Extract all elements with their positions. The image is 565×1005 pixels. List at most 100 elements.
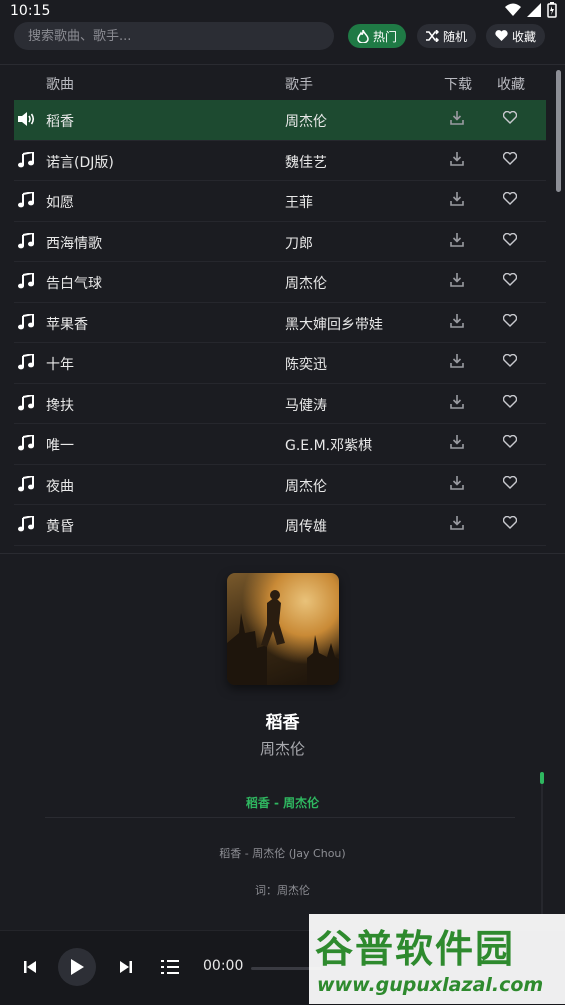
download-icon[interactable]: [450, 192, 466, 210]
filter-hot-label: 热门: [373, 29, 398, 44]
divider: [0, 553, 565, 554]
download-icon[interactable]: [450, 354, 466, 372]
watermark-logo-text: 谷普软件园: [315, 927, 516, 971]
favorite-icon[interactable]: [502, 232, 519, 249]
song-title: 搀扶: [46, 397, 74, 414]
favorite-icon[interactable]: [502, 110, 519, 127]
song-artist: 黑大婶回乡带娃: [285, 316, 383, 333]
song-title: 唯一: [46, 438, 74, 454]
signal-icon: [527, 3, 541, 17]
list-scrollbar[interactable]: [556, 70, 561, 192]
song-artist: 马健涛: [285, 397, 327, 414]
fire-icon: [357, 29, 369, 43]
song-title: 诺言(DJ版): [46, 154, 114, 171]
search-row: 热门 随机 收藏: [0, 22, 565, 52]
song-artist: G.E.M.邓紫棋: [285, 438, 373, 454]
song-row[interactable]: 稻香 周杰伦: [14, 100, 546, 141]
song-title: 夜曲: [46, 478, 74, 495]
lyric-current-line: 稻香 - 周杰伦: [245, 796, 320, 810]
song-row[interactable]: 唯一 G.E.M.邓紫棋: [14, 424, 546, 465]
favorite-icon[interactable]: [502, 515, 519, 532]
favorite-icon[interactable]: [502, 313, 519, 330]
song-table-header: 歌曲 歌手 下载 收藏: [0, 66, 565, 98]
column-download: 下载: [444, 77, 472, 93]
filter-favorites-button[interactable]: 收藏: [486, 24, 546, 48]
song-title: 西海情歌: [46, 235, 102, 252]
wifi-icon: [505, 3, 521, 16]
status-bar: 10:15: [0, 0, 565, 24]
shuffle-icon: [426, 30, 439, 42]
filter-favorites-label: 收藏: [512, 29, 537, 44]
column-artist: 歌手: [285, 77, 313, 93]
favorite-icon[interactable]: [502, 353, 519, 370]
play-icon: [71, 959, 84, 975]
song-row[interactable]: 苹果香 黑大婶回乡带娃: [14, 303, 546, 343]
previous-button[interactable]: [20, 957, 40, 977]
song-title: 告白气球: [46, 276, 102, 292]
download-icon[interactable]: [450, 313, 466, 332]
song-artist: 陈奕迅: [285, 357, 327, 373]
current-time: 00:00: [203, 958, 244, 974]
lyric-scroll-track: [541, 784, 543, 914]
filter-random-button[interactable]: 随机: [417, 24, 477, 48]
speaker-icon: [18, 111, 36, 129]
song-title: 稻香: [46, 114, 74, 130]
download-icon[interactable]: [450, 232, 466, 251]
watermark-url: www.gupuxlazal.com: [317, 974, 544, 996]
song-artist: 周杰伦: [285, 114, 327, 130]
favorite-icon[interactable]: [502, 272, 519, 289]
song-list: 稻香 周杰伦 诺言(DJ版) 魏佳艺 如愿 王菲 西海情歌 刀郎 告白气球 周杰伦 苹果香 黑大婶回乡…: [14, 100, 546, 546]
download-icon[interactable]: [450, 111, 466, 129]
column-favorite: 收藏: [497, 77, 525, 93]
music-note-icon: [18, 433, 36, 453]
skip-next-icon: [120, 961, 132, 973]
download-icon[interactable]: [450, 151, 466, 170]
song-row[interactable]: 如愿 王菲: [14, 181, 546, 222]
song-title: 十年: [46, 357, 74, 373]
download-icon[interactable]: [450, 516, 466, 534]
music-note-icon: [18, 231, 36, 251]
search-input[interactable]: [14, 22, 334, 50]
song-title: 苹果香: [46, 316, 88, 333]
status-time: 10:15: [10, 3, 51, 19]
skip-previous-icon: [24, 961, 36, 973]
filter-hot-button[interactable]: 热门: [348, 24, 407, 48]
favorite-icon[interactable]: [502, 434, 519, 451]
favorite-icon[interactable]: [502, 394, 519, 411]
music-note-icon: [18, 514, 36, 534]
battery-icon: [547, 2, 557, 18]
favorite-icon[interactable]: [502, 151, 519, 168]
next-button[interactable]: [116, 957, 136, 977]
lyric-line: 词：周杰伦: [255, 884, 310, 897]
lyric-line: 稻香 - 周杰伦 (Jay Chou): [219, 847, 346, 860]
song-row[interactable]: 十年 陈奕迅: [14, 343, 546, 384]
music-note-icon: [18, 312, 36, 332]
download-icon[interactable]: [450, 435, 466, 453]
song-row[interactable]: 告白气球 周杰伦: [14, 262, 546, 303]
download-icon[interactable]: [450, 394, 466, 413]
music-note-icon: [18, 271, 36, 291]
song-title: 如愿: [46, 195, 74, 211]
song-artist: 周杰伦: [285, 478, 327, 495]
song-row[interactable]: 黄昏 周传雄: [14, 505, 546, 546]
music-note-icon: [18, 474, 36, 494]
favorite-icon[interactable]: [502, 475, 519, 492]
album-cover: [227, 573, 339, 685]
system-icons: [505, 2, 557, 18]
download-icon[interactable]: [450, 273, 466, 291]
music-note-icon: [18, 352, 36, 372]
music-note-icon: [18, 190, 36, 210]
song-artist: 周传雄: [285, 519, 327, 535]
album-art-image: [227, 590, 339, 685]
favorite-icon[interactable]: [502, 191, 519, 208]
song-row[interactable]: 搀扶 马健涛: [14, 384, 546, 424]
song-row[interactable]: 夜曲 周杰伦: [14, 465, 546, 505]
song-row[interactable]: 诺言(DJ版) 魏佳艺: [14, 141, 546, 181]
lyric-scrollbar[interactable]: [540, 772, 544, 784]
download-icon[interactable]: [450, 475, 466, 494]
watermark: 谷普软件园 www.gupuxlazal.com: [309, 914, 565, 1004]
playlist-button[interactable]: [159, 957, 181, 977]
lyric-divider: [45, 817, 515, 818]
play-button[interactable]: [58, 948, 96, 986]
song-row[interactable]: 西海情歌 刀郎: [14, 222, 546, 262]
